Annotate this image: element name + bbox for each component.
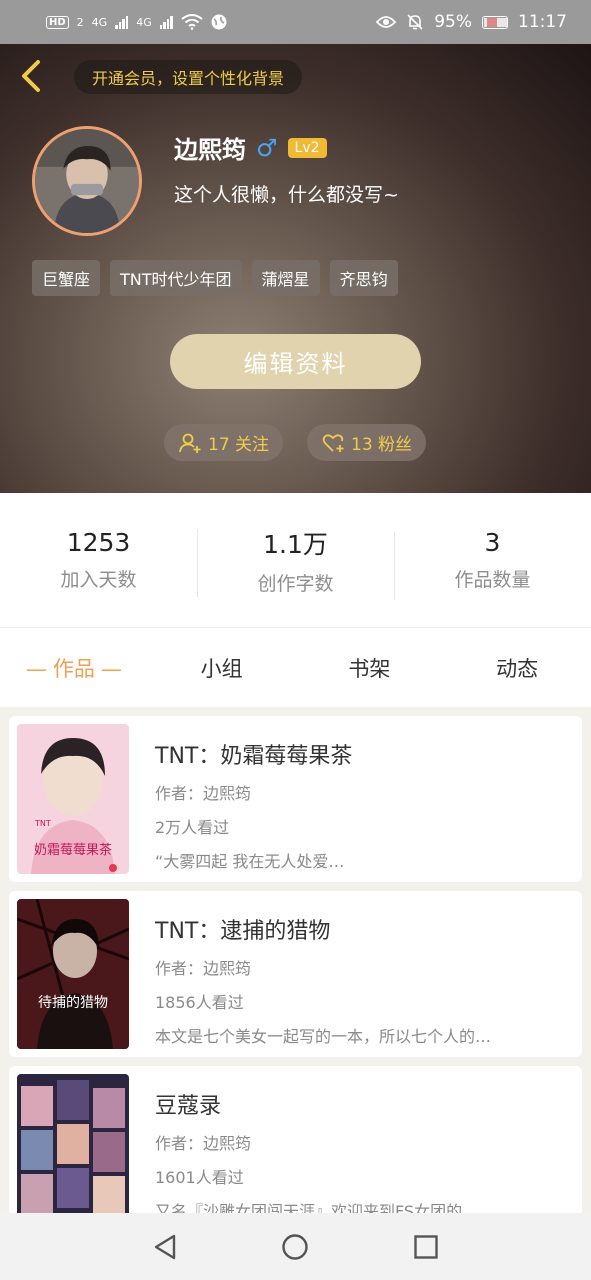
work-summary: 本文是七个美女一起写的一本，所以七个人的…	[155, 1027, 492, 1046]
fans-count: 13 粉丝	[351, 435, 413, 455]
stat-label: 作品数量	[454, 569, 531, 591]
nav-home-button[interactable]	[275, 1227, 315, 1267]
tag[interactable]: 齐思钧	[329, 260, 398, 296]
system-nav-bar	[0, 1213, 591, 1280]
battery-percent: 95%	[434, 12, 472, 32]
add-user-icon	[179, 433, 201, 453]
stat-works: 3 作品数量	[394, 528, 591, 600]
heart-plus-icon	[322, 433, 344, 452]
profile-tabs: 作品 小组 书架 动态	[0, 627, 591, 707]
stat-value: 1253	[66, 528, 131, 557]
work-card[interactable]: 豆蔻录 作者：边熙筠 1601人看过 又名『沙雕女团闯天涯』欢迎来到FS女团的…	[9, 1066, 582, 1232]
mute-bell-icon	[407, 14, 423, 30]
work-summary: “大雾四起 我在无人处爱…	[155, 852, 345, 871]
eye-icon	[376, 16, 397, 28]
stat-value: 3	[484, 528, 501, 557]
tab-groups[interactable]: 小组	[148, 653, 296, 683]
back-button[interactable]	[14, 56, 50, 96]
signal-icon-2	[159, 15, 173, 29]
level-badge: Lv2	[287, 137, 327, 158]
work-card[interactable]: 待捕的猎物 TNT：逮捕的猎物 作者：边熙筠 1856人看过 本文是七个美女一起…	[9, 891, 582, 1057]
work-card[interactable]: TNT 奶霜莓莓果茶 TNT：奶霜莓莓果茶 作者：边熙筠 2万人看过 “大雾四起…	[9, 716, 582, 882]
tag[interactable]: 蒲熠星	[251, 260, 320, 296]
signal-icon	[115, 15, 129, 29]
work-cover	[17, 1074, 129, 1224]
work-title: TNT：逮捕的猎物	[155, 919, 331, 944]
work-views: 1601人看过	[155, 1168, 244, 1187]
work-author: 作者：边熙筠	[155, 1134, 252, 1153]
tab-works[interactable]: 作品	[0, 653, 148, 683]
male-icon: ♂	[256, 133, 278, 162]
stat-label: 加入天数	[60, 569, 137, 591]
vip-background-banner[interactable]: 开通会员，设置个性化背景	[74, 60, 303, 94]
profile-header: 开通会员，设置个性化背景 边熙筠 ♂ Lv2 这个人很懒，什么都没写~ 巨蟹座 …	[0, 44, 591, 493]
battery-icon	[482, 15, 508, 29]
nav-recents-button[interactable]	[406, 1227, 446, 1267]
circle-home-icon	[282, 1233, 309, 1260]
work-cover: TNT 奶霜莓莓果茶	[17, 724, 129, 874]
tab-activity[interactable]: 动态	[443, 653, 591, 683]
cover-title: 奶霜莓莓果茶	[34, 842, 112, 858]
works-list: TNT 奶霜莓莓果茶 TNT：奶霜莓莓果茶 作者：边熙筠 2万人看过 “大雾四起…	[9, 716, 582, 1241]
wifi-icon	[181, 14, 203, 30]
stats-bar: 1253 加入天数 1.1万 创作字数 3 作品数量	[0, 493, 591, 627]
hd-indicator: HD	[46, 15, 69, 29]
work-title: TNT：奶霜莓莓果茶	[155, 744, 353, 769]
work-author: 作者：边熙筠	[155, 959, 252, 978]
stat-value: 1.1万	[263, 529, 328, 559]
nav-back-button[interactable]	[145, 1227, 185, 1267]
username: 边熙筠	[174, 136, 246, 164]
avatar[interactable]	[32, 126, 142, 236]
square-recents-icon	[414, 1234, 438, 1259]
work-views: 1856人看过	[155, 993, 244, 1012]
work-cover: 待捕的猎物	[17, 899, 129, 1049]
network-type-1: 4G	[91, 15, 108, 29]
triangle-back-icon	[154, 1234, 176, 1259]
cover-badge: TNT	[34, 819, 51, 828]
tag[interactable]: TNT时代少年团	[110, 260, 242, 296]
work-views: 2万人看过	[155, 818, 230, 837]
following-button[interactable]: 17 关注	[164, 424, 284, 461]
cover-title: 待捕的猎物	[38, 995, 108, 1011]
tag[interactable]: 巨蟹座	[32, 260, 101, 296]
stat-join-days: 1253 加入天数	[0, 528, 197, 592]
following-count: 17 关注	[208, 435, 270, 455]
fans-button[interactable]: 13 粉丝	[307, 424, 427, 461]
sim-indicator: 2	[76, 15, 84, 29]
edit-profile-button[interactable]: 编辑资料	[170, 334, 421, 389]
work-title: 豆蔻录	[155, 1094, 222, 1119]
stat-word-count: 1.1万 创作字数	[197, 525, 394, 597]
avatar-photo	[35, 129, 139, 233]
work-author: 作者：边熙筠	[155, 784, 252, 803]
username-row: 边熙筠 ♂ Lv2	[174, 130, 327, 165]
stat-label: 创作字数	[257, 572, 334, 595]
clock: 11:17	[518, 12, 567, 32]
bio: 这个人很懒，什么都没写~	[174, 184, 399, 206]
tab-bookshelf[interactable]: 书架	[296, 653, 444, 683]
network-type-2: 4G	[136, 15, 152, 29]
globe-icon	[211, 14, 227, 30]
tag-list: 巨蟹座 TNT时代少年团 蒲熠星 齐思钧	[32, 260, 398, 296]
status-bar: HD 2 4G 4G 95% 11:17	[0, 0, 591, 44]
chevron-left-icon	[22, 60, 40, 92]
